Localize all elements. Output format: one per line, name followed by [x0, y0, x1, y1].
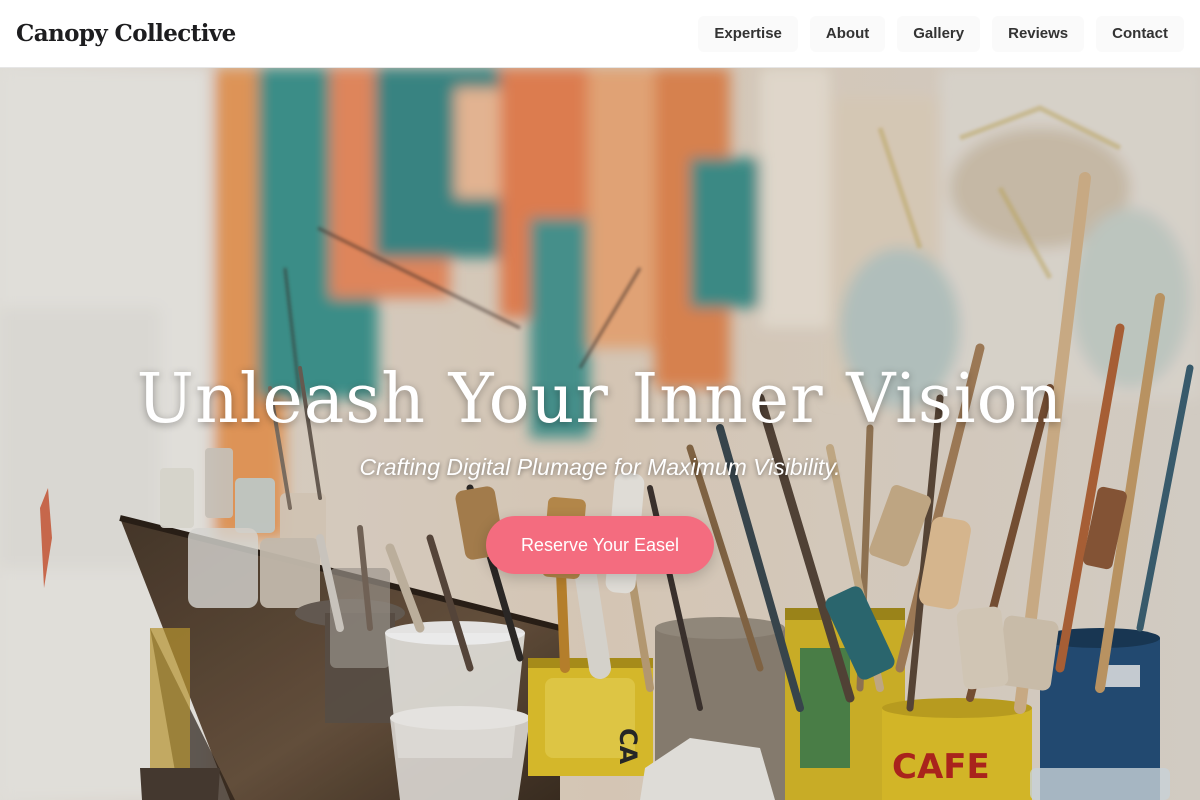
- navbar: Canopy Collective Expertise About Galler…: [0, 0, 1200, 68]
- hero-subtitle: Crafting Digital Plumage for Maximum Vis…: [359, 454, 841, 480]
- brand-logo[interactable]: Canopy Collective: [16, 18, 236, 50]
- nav-link-contact[interactable]: Contact: [1096, 16, 1184, 52]
- nav-link-gallery[interactable]: Gallery: [897, 16, 981, 52]
- nav-link-expertise[interactable]: Expertise: [698, 16, 798, 52]
- nav-link-about[interactable]: About: [809, 16, 886, 52]
- hero-title: Unleash Your Inner Vision: [136, 360, 1064, 439]
- reserve-easel-button[interactable]: Reserve Your Easel: [486, 516, 714, 574]
- main-nav: Expertise About Gallery Reviews Contact: [698, 16, 1184, 52]
- nav-link-reviews[interactable]: Reviews: [992, 16, 1085, 52]
- hero-section: CA CAFE Unleash Your Inner Vision Crafti…: [0, 68, 1200, 800]
